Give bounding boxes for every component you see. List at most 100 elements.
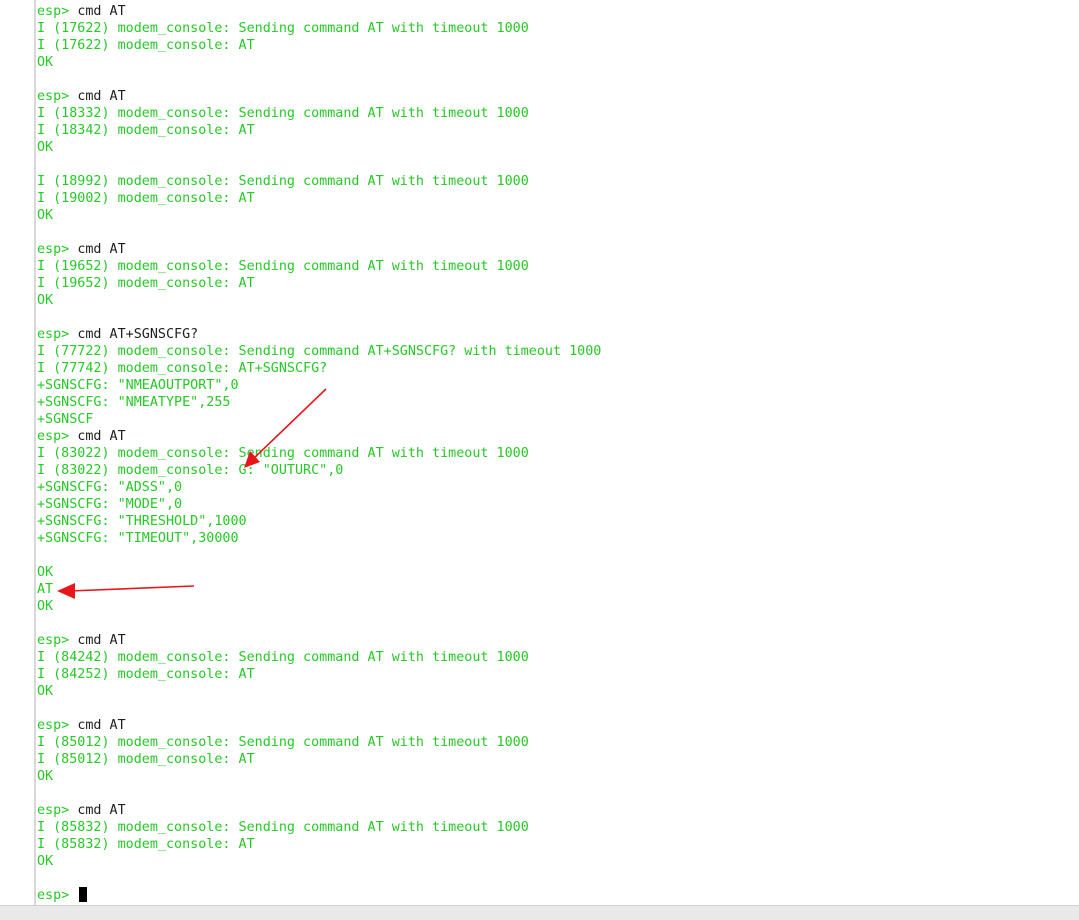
console-text: I (85832) modem_console: AT xyxy=(37,837,255,852)
console-text: esp> xyxy=(37,4,78,19)
console-text: esp> xyxy=(37,429,78,444)
console-text: I (85012) modem_console: AT xyxy=(37,752,255,767)
console-text: +SGNSCFG: "NMEAOUTPORT",0 xyxy=(37,378,239,393)
console-text: G: "OUTURC",0 xyxy=(238,463,344,478)
terminal-line: I (85012) modem_console: Sending command… xyxy=(37,734,1079,751)
terminal-line: OK xyxy=(37,683,1079,700)
terminal-line: OK xyxy=(37,853,1079,870)
command-text: cmd AT xyxy=(77,718,126,733)
console-text: esp> xyxy=(37,242,78,257)
console-text: +SGNSCF xyxy=(37,412,94,427)
console-text: +SGNSCFG: "MODE",0 xyxy=(37,497,183,512)
terminal-line: I (85012) modem_console: AT xyxy=(37,751,1079,768)
console-text: +SGNSCFG: "ADSS",0 xyxy=(37,480,183,495)
terminal-line: I (18342) modem_console: AT xyxy=(37,122,1079,139)
console-text: OK xyxy=(37,684,54,699)
terminal-line: I (83022) modem_console: G: "OUTURC",0 xyxy=(37,462,1079,479)
terminal-line: esp> cmd AT xyxy=(37,428,1079,445)
console-text: I (18332) modem_console: Sending command… xyxy=(37,106,529,121)
console-text: I (77742) modem_console: AT+SGNSCFG? xyxy=(37,361,328,376)
command-text: cmd AT+SGNSCFG? xyxy=(77,327,199,342)
terminal-line: I (17622) modem_console: AT xyxy=(37,37,1079,54)
console-text: esp> xyxy=(37,888,78,903)
console-text: OK xyxy=(37,599,54,614)
terminal-line: +SGNSCFG: "ADSS",0 xyxy=(37,479,1079,496)
command-text: cmd AT xyxy=(77,242,126,257)
terminal-line: OK xyxy=(37,54,1079,71)
console-text: +SGNSCFG: "NMEATYPE",255 xyxy=(37,395,231,410)
console-text: OK xyxy=(37,208,54,223)
terminal-line: OK xyxy=(37,139,1079,156)
console-text: I (17622) modem_console: Sending command… xyxy=(37,21,529,36)
terminal-line: esp> cmd AT xyxy=(37,717,1079,734)
terminal-line: I (83022) modem_console: Sending command… xyxy=(37,445,1079,462)
terminal-line: esp> xyxy=(37,887,1079,904)
terminal-line: I (19652) modem_console: AT xyxy=(37,275,1079,292)
console-text: OK xyxy=(37,769,54,784)
console-text: AT xyxy=(37,582,54,597)
terminal-line: I (84252) modem_console: AT xyxy=(37,666,1079,683)
terminal-line: +SGNSCFG: "TIMEOUT",30000 xyxy=(37,530,1079,547)
console-text: OK xyxy=(37,55,54,70)
command-text: cmd AT xyxy=(77,4,126,19)
console-text: I (83022) modem_console: Sending command… xyxy=(37,446,529,461)
console-text: I (18342) modem_console: AT xyxy=(37,123,255,138)
terminal-line: +SGNSCFG: "MODE",0 xyxy=(37,496,1079,513)
terminal-line: I (19652) modem_console: Sending command… xyxy=(37,258,1079,275)
terminal-line: I (77722) modem_console: Sending command… xyxy=(37,343,1079,360)
console-text: I (85012) modem_console: Sending command… xyxy=(37,735,529,750)
console-text: I (85832) modem_console: Sending command… xyxy=(37,820,529,835)
terminal-line: I (77742) modem_console: AT+SGNSCFG? xyxy=(37,360,1079,377)
terminal-line: esp> cmd AT xyxy=(37,802,1079,819)
terminal-line: OK xyxy=(37,564,1079,581)
terminal-line: OK xyxy=(37,768,1079,785)
terminal-line: esp> cmd AT xyxy=(37,241,1079,258)
terminal-line: esp> cmd AT+SGNSCFG? xyxy=(37,326,1079,343)
terminal-line: +SGNSCF xyxy=(37,411,1079,428)
terminal-line: I (84242) modem_console: Sending command… xyxy=(37,649,1079,666)
gutter-divider xyxy=(34,0,36,905)
console-text: OK xyxy=(37,140,54,155)
console-text: I (19652) modem_console: AT xyxy=(37,276,255,291)
terminal-line: esp> cmd AT xyxy=(37,88,1079,105)
console-text: esp> xyxy=(37,633,78,648)
console-text: I (84252) modem_console: AT xyxy=(37,667,255,682)
terminal-line: OK xyxy=(37,292,1079,309)
terminal-line: I (17622) modem_console: Sending command… xyxy=(37,20,1079,37)
console-text: I (18992) modem_console: Sending command… xyxy=(37,174,529,189)
console-text: esp> xyxy=(37,803,78,818)
terminal-line: +SGNSCFG: "NMEAOUTPORT",0 xyxy=(37,377,1079,394)
command-text: cmd AT xyxy=(77,803,126,818)
console-text: OK xyxy=(37,854,54,869)
command-text: cmd AT xyxy=(77,633,126,648)
terminal-line: OK xyxy=(37,598,1079,615)
terminal-line: I (85832) modem_console: AT xyxy=(37,836,1079,853)
console-text: +SGNSCFG: "TIMEOUT",30000 xyxy=(37,531,239,546)
console-text: esp> xyxy=(37,327,78,342)
console-text: esp> xyxy=(37,718,78,733)
console-text: I (19002) modem_console: AT xyxy=(37,191,255,206)
console-text: I (17622) modem_console: AT xyxy=(37,38,255,53)
terminal-line: I (85832) modem_console: Sending command… xyxy=(37,819,1079,836)
console-text: +SGNSCFG: "THRESHOLD",1000 xyxy=(37,514,247,529)
terminal-line: +SGNSCFG: "NMEATYPE",255 xyxy=(37,394,1079,411)
left-gutter xyxy=(0,0,34,905)
console-text: OK xyxy=(37,293,54,308)
terminal-line: I (18992) modem_console: Sending command… xyxy=(37,173,1079,190)
console-text: I (83022) modem_console: xyxy=(37,463,239,478)
console-text: OK xyxy=(37,565,54,580)
horizontal-scrollbar[interactable] xyxy=(0,905,1079,920)
terminal-output[interactable]: esp> cmd AT I (17622) modem_console: Send… xyxy=(37,3,1079,905)
command-text: cmd AT xyxy=(77,429,126,444)
terminal-line: OK xyxy=(37,207,1079,224)
console-text: I (77722) modem_console: Sending command… xyxy=(37,344,602,359)
console-text: I (84242) modem_console: Sending command… xyxy=(37,650,529,665)
